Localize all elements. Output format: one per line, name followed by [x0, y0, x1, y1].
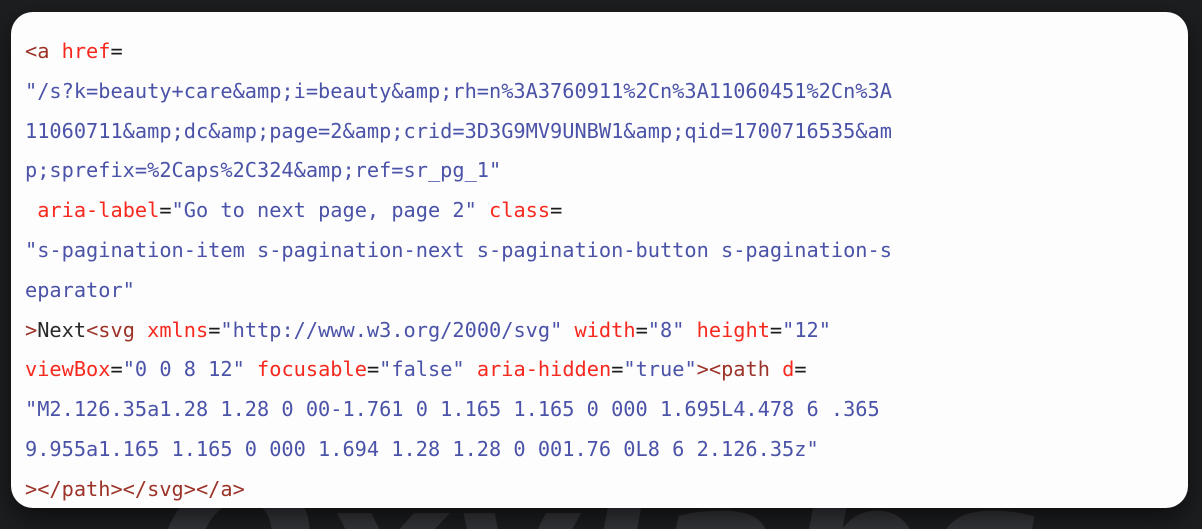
- code-token-eq: =: [110, 39, 123, 63]
- code-line: ></path></svg></a>: [25, 470, 1174, 508]
- code-token-val: eparator": [25, 277, 135, 302]
- code-line: eparator": [25, 271, 1174, 311]
- code-token-tag: <svg: [86, 317, 148, 342]
- code-line: >Next<svg xmlns="http://www.w3.org/2000/…: [25, 311, 1174, 351]
- code-line: 11060711&amp;dc&amp;page=2&amp;crid=3D3G…: [25, 112, 1174, 152]
- code-token-val: "8": [647, 317, 685, 342]
- code-line: aria-label="Go to next page, page 2" cla…: [25, 191, 1174, 231]
- code-token-eq: =: [794, 357, 807, 382]
- code-token-tag: >: [25, 317, 38, 342]
- code-token-eq: =: [110, 357, 123, 382]
- code-token-val: "0 0 8 12": [122, 357, 245, 382]
- code-token-eq: =: [159, 198, 172, 223]
- code-token-val: 9.955a1.165 1.165 0 000 1.694 1.28 1.28 …: [25, 436, 819, 461]
- code-token-attr: href: [61, 39, 111, 63]
- code-token-attr: aria-label: [37, 198, 160, 223]
- code-token-tag: ><path: [696, 357, 783, 382]
- code-token-val: p;sprefix=%2Caps%2C324&amp;ref=sr_pg_1": [25, 158, 502, 183]
- code-token-attr: xmlns: [147, 317, 209, 342]
- code-token-eq: =: [635, 317, 648, 342]
- code-token-val: "false": [379, 357, 465, 382]
- code-snippet-card: <a href= "/s?k=beauty+care&amp;i=beauty&a…: [11, 12, 1188, 508]
- code-token-attr: aria-hidden: [476, 357, 612, 382]
- code-token-val: "M2.126.35a1.28 1.28 0 00-1.761 0 1.165 …: [25, 397, 880, 422]
- code-token-tag: <a: [25, 39, 62, 63]
- code-token-attr: width: [574, 317, 636, 342]
- code-token-eq: =: [611, 357, 624, 382]
- code-token-eq: =: [769, 317, 783, 342]
- code-line: p;sprefix=%2Caps%2C324&amp;ref=sr_pg_1": [25, 151, 1174, 191]
- code-token-val: "/s?k=beauty+care&amp;i=beauty&amp;rh=n%…: [25, 78, 892, 103]
- code-line: viewBox="0 0 8 12" focusable="false" ari…: [25, 350, 1174, 390]
- code-token-attr: focusable: [257, 357, 367, 382]
- code-token-val: "12": [782, 317, 831, 342]
- code-token-eq: =: [550, 198, 563, 223]
- code-token-attr: d: [782, 357, 795, 382]
- html-code-block[interactable]: <a href= "/s?k=beauty+care&amp;i=beauty&a…: [25, 32, 1174, 508]
- code-token-attr: class: [489, 198, 551, 223]
- code-line: "s-pagination-item s-pagination-next s-p…: [25, 231, 1174, 271]
- code-token-eq: =: [366, 357, 380, 382]
- code-token-val: "Go to next page, page 2": [171, 198, 477, 223]
- code-token-val: 11060711&amp;dc&amp;page=2&amp;crid=3D3G…: [25, 118, 892, 143]
- code-token-val: "s-pagination-item s-pagination-next s-p…: [25, 237, 892, 262]
- code-line: <a href=: [25, 32, 1174, 72]
- code-token-tag: ></path></svg></a>: [25, 476, 245, 501]
- code-token-txt: Next: [37, 317, 87, 342]
- code-line: "/s?k=beauty+care&amp;i=beauty&amp;rh=n%…: [25, 72, 1174, 112]
- code-token-eq: =: [208, 317, 221, 342]
- code-line: "M2.126.35a1.28 1.28 0 00-1.761 0 1.165 …: [25, 390, 1174, 430]
- code-token-val: "http://www.w3.org/2000/svg": [220, 317, 563, 342]
- code-token-attr: height: [696, 317, 770, 342]
- code-line: 9.955a1.165 1.165 0 000 1.694 1.28 1.28 …: [25, 430, 1174, 470]
- code-token-val: "true": [623, 357, 697, 382]
- code-token-attr: viewBox: [25, 357, 111, 382]
